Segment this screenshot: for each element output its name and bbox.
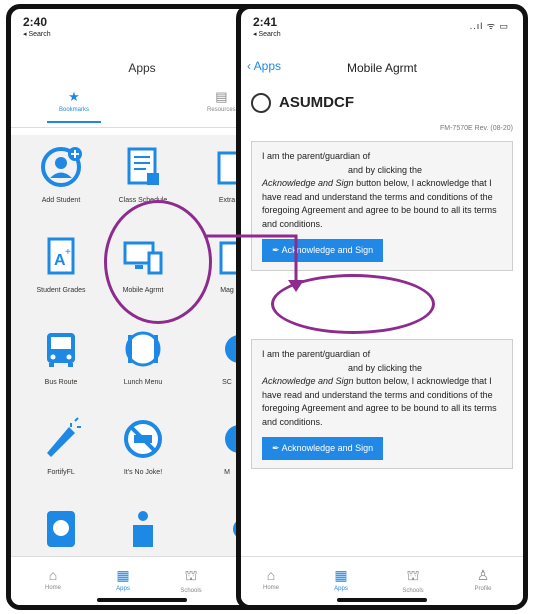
app-label: Extra <box>218 197 236 204</box>
page-title: Mobile Agrmt <box>346 61 418 75</box>
star-icon: ★ <box>68 89 80 104</box>
nav-label: Home <box>44 585 61 591</box>
navbar: ‹ Apps Mobile Agrmt <box>241 53 523 81</box>
form-id: FM-7570E Rev. (08-20) <box>439 125 513 132</box>
nav-label: Apps <box>116 586 130 592</box>
tab-bookmarks[interactable]: ★ Bookmarks <box>46 89 102 123</box>
app-label: FortifyFL <box>47 469 75 476</box>
nav-label: Profile <box>474 586 492 592</box>
arrow-icon <box>204 234 304 292</box>
card-text: Acknowledge and Sign button below, I ack… <box>262 375 502 429</box>
home-indicator <box>337 598 427 602</box>
app-student-grades[interactable]: A + Student Grades <box>19 235 103 294</box>
nav-apps[interactable]: ▦ Apps <box>103 567 143 592</box>
app-speaker[interactable] <box>101 507 185 559</box>
tab-label: Bookmarks <box>59 107 90 113</box>
app-fortifyfl[interactable]: FortifyFL <box>19 417 103 476</box>
org-header: ASUMDCF <box>251 93 354 113</box>
app-bus-route[interactable]: Bus Route <box>19 327 103 386</box>
grades-icon: A + <box>39 235 83 279</box>
school-icon: ⛫ <box>406 567 420 583</box>
app-tablet[interactable] <box>19 507 103 559</box>
nav-home[interactable]: ⌂ Home <box>33 567 73 591</box>
nav-schools[interactable]: ⛫ Schools <box>393 567 433 594</box>
megaphone-icon <box>39 417 83 461</box>
agreement-card: I am the parent/guardian of and by click… <box>251 339 513 469</box>
app-class-schedule[interactable]: Class Schedule <box>101 145 185 204</box>
app-lunch-menu[interactable]: Lunch Menu <box>101 327 185 386</box>
card-line: and by clicking the <box>348 362 423 373</box>
org-name: ASUMDCF <box>279 93 354 111</box>
svg-text:+: + <box>65 247 71 258</box>
back-to-app[interactable]: ◂ Search <box>253 30 281 38</box>
devices-icon <box>121 235 165 279</box>
nav-apps[interactable]: ▦ Apps <box>321 567 361 592</box>
app-label: It's No Joke! <box>123 469 163 476</box>
status-time: 2:41 <box>253 15 278 29</box>
card-text: Acknowledge and Sign button below, I ack… <box>262 177 502 231</box>
back-to-app[interactable]: ◂ Search <box>23 30 51 38</box>
tab-label: Resources <box>207 107 236 113</box>
apps-grid: Add Student Class Schedule Extra A + Stud… <box>11 135 273 575</box>
acknowledge-sign-button[interactable]: ✒ Acknowledge and Sign <box>262 437 384 460</box>
tab-bar: ★ Bookmarks ▤ Resources <box>11 89 273 128</box>
tablet-icon <box>39 507 83 551</box>
nav-label: Schools <box>402 588 424 594</box>
card-line: and by clicking the <box>348 164 423 175</box>
podium-icon <box>121 507 165 551</box>
app-label: Lunch Menu <box>123 379 163 386</box>
person-icon: ♙ <box>476 567 490 583</box>
bottom-nav: ⌂ Home ▦ Apps ⛫ Schools <box>11 556 273 605</box>
nav-profile[interactable]: ♙ Profile <box>463 567 503 592</box>
clock-icon <box>251 93 271 113</box>
pen-icon: ✒ <box>272 443 280 453</box>
button-label: Acknowledge and Sign <box>281 443 374 453</box>
app-label: Bus Route <box>44 379 78 386</box>
folder-icon: ▤ <box>215 89 228 104</box>
status-time: 2:40 <box>23 15 48 29</box>
app-label: Mobile Agrmt <box>122 287 164 294</box>
document-icon <box>121 145 165 189</box>
home-icon: ⌂ <box>48 567 58 583</box>
app-label: Add Student <box>41 197 81 204</box>
card-italic: Acknowledge and Sign <box>262 178 354 188</box>
app-label: Student Grades <box>36 287 86 294</box>
grid-icon: ▦ <box>116 567 130 583</box>
card-italic: Acknowledge and Sign <box>262 376 354 386</box>
utensils-icon <box>121 327 165 371</box>
app-mobile-agrmt[interactable]: Mobile Agrmt <box>101 235 185 294</box>
app-label: M <box>224 469 230 476</box>
card-line: I am the parent/guardian of <box>262 151 371 161</box>
app-its-no-joke[interactable]: It's No Joke! <box>101 417 185 476</box>
nav-home[interactable]: ⌂ Home <box>251 567 291 591</box>
bus-icon <box>39 327 83 371</box>
nav-label: Home <box>262 585 279 591</box>
right-phone-screen: 2:41 ◂ Search ..ıl ᯤ ▭ ‹ Apps Mobile Agr… <box>236 4 528 610</box>
grid-icon: ▦ <box>334 567 348 583</box>
prohibited-icon <box>121 417 165 461</box>
app-add-student[interactable]: Add Student <box>19 145 103 204</box>
app-label: SC <box>222 379 232 386</box>
page-title: Apps <box>128 61 156 75</box>
tab-resources[interactable]: ▤ Resources <box>207 89 236 113</box>
nav-label: Schools <box>180 588 202 594</box>
card-line: I am the parent/guardian of <box>262 349 371 359</box>
school-icon: ⛫ <box>184 567 198 583</box>
nav-label: Apps <box>334 586 348 592</box>
bottom-nav: ⌂ Home ▦ Apps ⛫ Schools ♙ Profile <box>241 556 523 605</box>
app-label: Class Schedule <box>118 197 168 204</box>
nav-schools[interactable]: ⛫ Schools <box>171 567 211 594</box>
home-icon: ⌂ <box>266 567 276 583</box>
signal-icons: ..ıl ᯤ ▭ <box>469 21 509 31</box>
add-user-icon <box>39 145 83 189</box>
home-indicator <box>97 598 187 602</box>
